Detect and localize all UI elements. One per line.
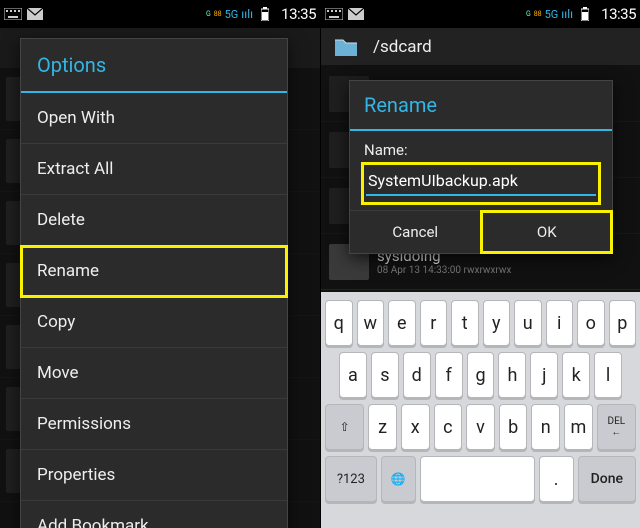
key-q[interactable]: q <box>325 300 353 346</box>
option-move[interactable]: Move <box>21 348 287 399</box>
path-title: /sdcard <box>373 37 432 57</box>
key-v[interactable]: v <box>466 404 495 450</box>
key-y[interactable]: y <box>483 300 511 346</box>
rename-title: Rename <box>350 81 612 131</box>
ok-button[interactable]: OK <box>481 211 613 253</box>
kb-row-1: q w e r t y u i o p <box>325 300 636 346</box>
mail-status-icon <box>347 7 365 21</box>
option-properties[interactable]: Properties <box>21 450 287 501</box>
net-g-label: G <box>206 11 211 18</box>
key-p[interactable]: p <box>609 300 637 346</box>
key-done[interactable]: Done <box>578 456 636 502</box>
clock: 13:35 <box>601 5 636 23</box>
key-h[interactable]: h <box>498 352 526 398</box>
signal-icon: ıılı <box>241 7 253 21</box>
key-u[interactable]: u <box>514 300 542 346</box>
right-phone: G 88 5G ıılı 13:35 /sdcard sysidoing 08 … <box>320 0 640 528</box>
key-shift[interactable]: ⇧ <box>325 404 364 450</box>
key-z[interactable]: z <box>368 404 397 450</box>
key-j[interactable]: j <box>530 352 558 398</box>
kb-row-3: ⇧ z x c v b n m DEL ← <box>325 404 636 450</box>
file-meta: 08 Apr 13 14:33:00 rwxrwxrwx <box>377 265 511 276</box>
key-space[interactable] <box>420 456 535 502</box>
battery-icon <box>576 7 594 21</box>
key-symbols[interactable]: ?123 <box>325 456 377 502</box>
rename-dialog: Rename Name: Cancel OK <box>349 80 613 254</box>
key-b[interactable]: b <box>499 404 528 450</box>
keyboard-status-icon <box>4 7 22 21</box>
kbps-label: 88 <box>214 11 222 18</box>
option-rename[interactable]: Rename <box>21 246 287 297</box>
key-c[interactable]: c <box>434 404 463 450</box>
key-n[interactable]: n <box>531 404 560 450</box>
option-delete[interactable]: Delete <box>21 195 287 246</box>
keyboard-status-icon <box>325 7 343 21</box>
kbps-label: 88 <box>534 11 542 18</box>
key-a[interactable]: a <box>339 352 367 398</box>
clock: 13:35 <box>281 5 316 23</box>
key-f[interactable]: f <box>435 352 463 398</box>
status-bar: G 88 5G ıılı 13:35 <box>321 0 640 28</box>
status-bar: G 88 5G ıılı 13:35 <box>0 0 320 28</box>
soft-keyboard: q w e r t y u i o p a s d f g h j k l ⇧ … <box>321 292 640 528</box>
battery-icon <box>256 7 274 21</box>
del-arrow-icon: ← <box>611 427 621 438</box>
key-w[interactable]: w <box>357 300 385 346</box>
key-r[interactable]: r <box>420 300 448 346</box>
kb-row-4: ?123 🌐 . Done <box>325 456 636 502</box>
del-label: DEL <box>608 416 626 427</box>
key-t[interactable]: t <box>451 300 479 346</box>
key-m[interactable]: m <box>564 404 593 450</box>
option-extract-all[interactable]: Extract All <box>21 144 287 195</box>
key-i[interactable]: i <box>546 300 574 346</box>
option-copy[interactable]: Copy <box>21 297 287 348</box>
key-e[interactable]: e <box>388 300 416 346</box>
signal-icon: ıılı <box>561 7 573 21</box>
key-period[interactable]: . <box>539 456 574 502</box>
key-s[interactable]: s <box>371 352 399 398</box>
sdcard-icon <box>329 33 363 61</box>
net-5g-label: 5G <box>225 11 239 18</box>
rename-input[interactable] <box>366 167 596 196</box>
options-dialog: Options Open With Extract All Delete Ren… <box>20 38 288 528</box>
option-open-with[interactable]: Open With <box>21 93 287 144</box>
mail-status-icon <box>26 7 44 21</box>
key-l[interactable]: l <box>594 352 622 398</box>
key-delete[interactable]: DEL ← <box>597 404 636 450</box>
left-phone: G 88 5G ıılı 13:35 Options Open With Ext… <box>0 0 320 528</box>
rename-field-highlight <box>364 165 598 202</box>
option-add-bookmark[interactable]: Add Bookmark <box>21 501 287 528</box>
key-k[interactable]: k <box>562 352 590 398</box>
rename-field-label: Name: <box>364 141 598 159</box>
net-5g-label: 5G <box>545 11 559 18</box>
key-o[interactable]: o <box>577 300 605 346</box>
net-g-label: G <box>526 11 531 18</box>
options-title: Options <box>21 39 287 93</box>
kb-row-2: a s d f g h j k l <box>325 352 636 398</box>
key-language[interactable]: 🌐 <box>381 456 416 502</box>
key-d[interactable]: d <box>403 352 431 398</box>
option-permissions[interactable]: Permissions <box>21 399 287 450</box>
path-bar: /sdcard <box>321 28 640 66</box>
cancel-button[interactable]: Cancel <box>350 211 481 253</box>
key-g[interactable]: g <box>467 352 495 398</box>
key-x[interactable]: x <box>401 404 430 450</box>
options-list: Open With Extract All Delete Rename Copy… <box>21 93 287 528</box>
